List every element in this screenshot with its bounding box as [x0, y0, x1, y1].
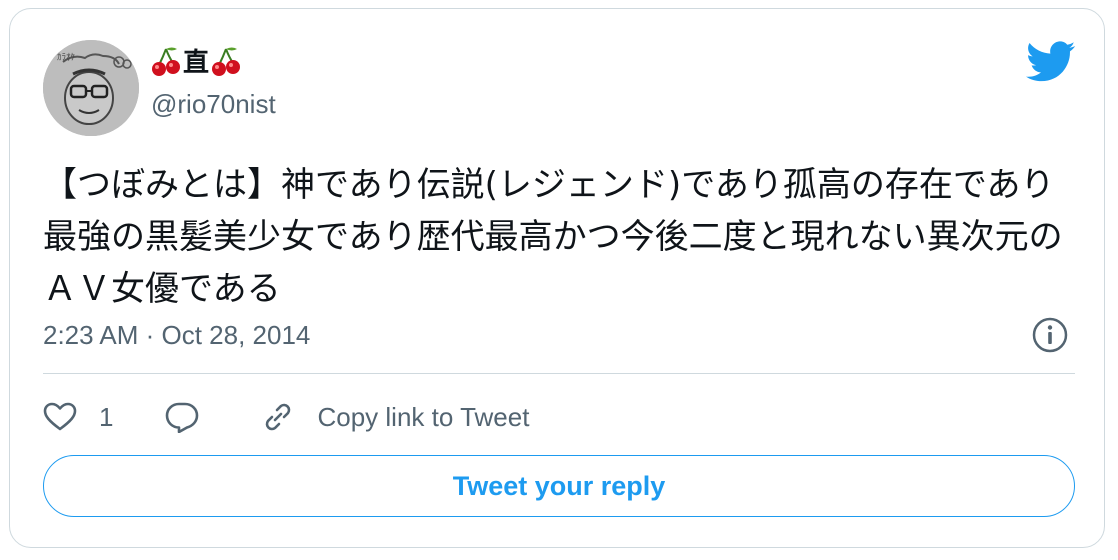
- copy-link-label: Copy link to Tweet: [317, 401, 530, 432]
- reply-bubble-icon: [166, 402, 199, 433]
- like-count: 1: [99, 401, 114, 432]
- copy-link-button[interactable]: Copy link to Tweet: [261, 400, 529, 434]
- author-display-name: 直: [183, 47, 210, 77]
- author-avatar[interactable]: ｶﾗｵｹ: [43, 40, 139, 136]
- svg-text:ｶﾗｵｹ: ｶﾗｵｹ: [57, 52, 76, 63]
- tweet-text: 【つぼみとは】神であり伝説(レジェンド)であり孤高の存在であり最強の黒髪美少女で…: [43, 165, 1063, 309]
- author-handle[interactable]: @rio70nist: [151, 87, 276, 121]
- tweet-your-reply-button[interactable]: Tweet your reply: [43, 455, 1075, 517]
- cherry-icon: [151, 45, 181, 79]
- cherry-icon: [211, 45, 241, 79]
- link-icon: [266, 403, 291, 431]
- divider: [43, 373, 1075, 374]
- tweet-card: ｶﾗｵｹ 直 @rio70nist 【つぼみとは】神であり伝説(レジェンド)であ…: [9, 8, 1105, 548]
- avatar-caricature-image: ｶﾗｵｹ: [43, 40, 139, 136]
- like-button[interactable]: 1: [43, 402, 165, 433]
- reply-button[interactable]: [165, 401, 199, 433]
- tweet-actions: 1 Copy link to Tweet: [43, 397, 529, 437]
- author-name[interactable]: 直: [151, 45, 241, 79]
- tweet-timestamp[interactable]: 2:23 AM · Oct 28, 2014: [43, 318, 310, 352]
- heart-icon: [43, 402, 77, 431]
- twitter-bird-icon[interactable]: [1026, 41, 1076, 83]
- info-icon[interactable]: [1032, 317, 1068, 353]
